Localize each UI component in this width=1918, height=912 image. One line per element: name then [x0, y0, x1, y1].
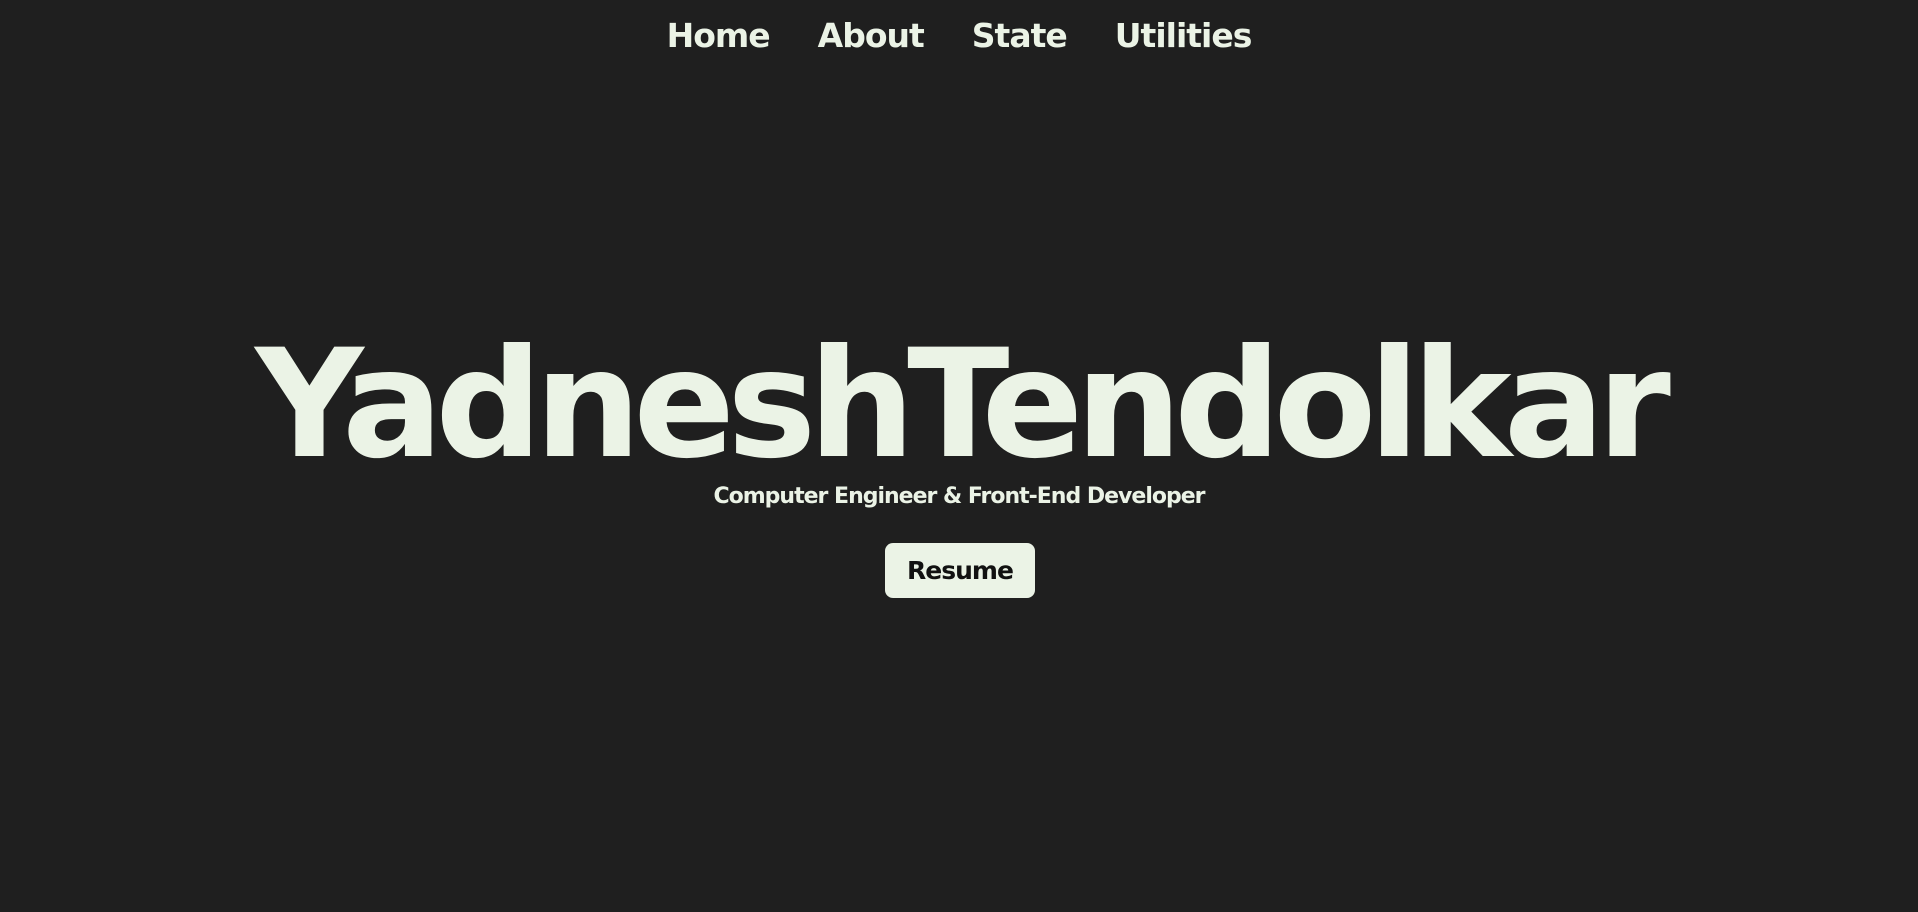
hero-name-heading: YadneshTendolkar [255, 318, 1671, 492]
resume-button[interactable]: Resume [885, 543, 1035, 598]
nav-link-state[interactable]: State [970, 19, 1069, 52]
nav-link-home[interactable]: Home [665, 19, 772, 52]
top-navigation: Home About State Utilities [0, 0, 1918, 70]
hero-section: YadneshTendolkar Computer Engineer & Fro… [0, 330, 1918, 508]
nav-link-utilities[interactable]: Utilities [1113, 19, 1254, 52]
nav-link-about[interactable]: About [816, 19, 926, 52]
